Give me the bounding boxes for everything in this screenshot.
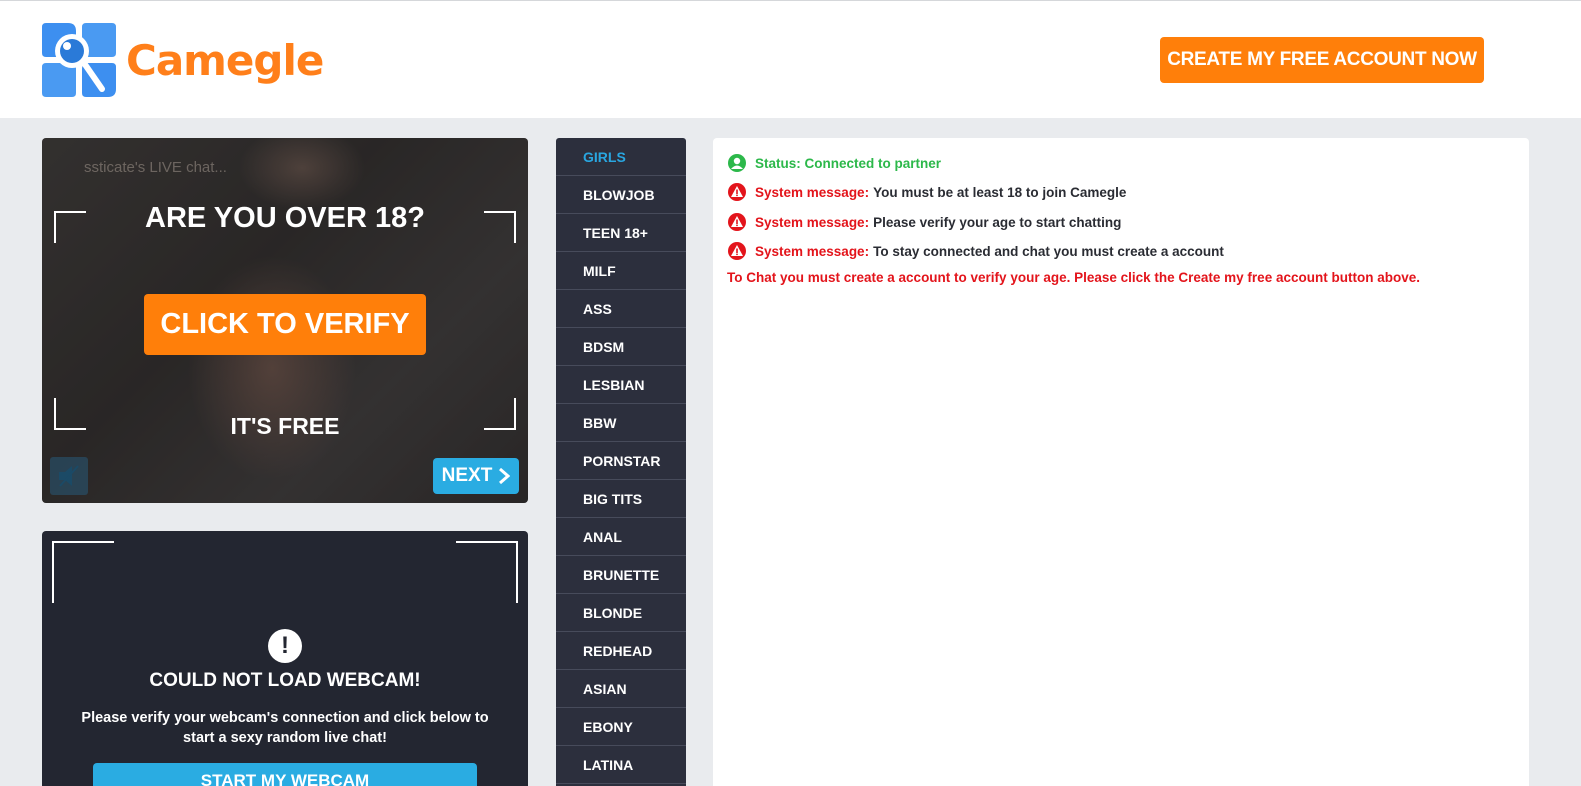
mute-button[interactable]	[50, 457, 88, 495]
system-message: System message: To stay connected and ch…	[727, 242, 1224, 260]
category-item[interactable]: PORNSTAR	[556, 442, 686, 480]
category-item[interactable]: BRUNETTE	[556, 556, 686, 594]
category-item[interactable]: BIG TITS	[556, 480, 686, 518]
category-menu: GIRLS BLOWJOB TEEN 18+ MILF ASS BDSM LES…	[556, 138, 686, 786]
next-button[interactable]: NEXT	[433, 458, 519, 494]
category-item[interactable]: GIRLS	[556, 138, 686, 176]
system-text: You must be at least 18 to join Camegle	[873, 184, 1127, 200]
category-item[interactable]: ANAL	[556, 518, 686, 556]
category-item[interactable]: BDSM	[556, 328, 686, 366]
logo-icon	[42, 23, 116, 97]
video-caption: ssticate's LIVE chat...	[84, 159, 227, 176]
partner-video-panel: ssticate's LIVE chat... ARE YOU OVER 18?…	[42, 138, 528, 503]
category-item[interactable]: ASS	[556, 290, 686, 328]
status-text: Status: Connected to partner	[755, 155, 942, 171]
start-webcam-button[interactable]: START MY WEBCAM	[93, 763, 477, 786]
category-item[interactable]: BLOWJOB	[556, 176, 686, 214]
system-prefix: System message:	[755, 243, 870, 259]
chat-log: Status: Connected to partner System mess…	[713, 138, 1529, 786]
system-prefix: System message:	[755, 214, 870, 230]
category-item[interactable]: ASIAN	[556, 670, 686, 708]
frame-corner-top-right	[456, 541, 518, 603]
webcam-error-title: COULD NOT LOAD WEBCAM!	[149, 670, 421, 691]
system-prefix: System message:	[755, 184, 870, 200]
warning-icon	[727, 213, 747, 231]
account-required-notice: To Chat you must create a account to ver…	[727, 270, 1420, 285]
age-question-heading: ARE YOU OVER 18?	[145, 202, 425, 234]
warning-icon	[727, 242, 747, 260]
warning-icon	[727, 183, 747, 201]
category-item[interactable]: REDHEAD	[556, 632, 686, 670]
site-header: Camegle CREATE MY FREE ACCOUNT NOW	[0, 0, 1581, 118]
logo-text: Camegle	[126, 35, 324, 85]
frame-corner-top-left	[52, 541, 114, 603]
category-item[interactable]: BLONDE	[556, 594, 686, 632]
my-webcam-panel: ! COULD NOT LOAD WEBCAM! Please verify y…	[42, 531, 528, 786]
category-item[interactable]: TEEN 18+	[556, 214, 686, 252]
category-item[interactable]: LATINA	[556, 746, 686, 784]
system-text: Please verify your age to start chatting	[873, 214, 1122, 230]
category-item[interactable]: BBW	[556, 404, 686, 442]
webcam-error-text: Please verify your webcam's connection a…	[81, 710, 489, 746]
free-label: IT'S FREE	[230, 413, 340, 439]
system-message: System message: You must be at least 18 …	[727, 183, 1126, 201]
create-account-button[interactable]: CREATE MY FREE ACCOUNT NOW	[1160, 37, 1484, 83]
next-button-label: NEXT	[441, 465, 493, 486]
speaker-muted-icon	[59, 465, 79, 487]
exclamation-icon: !	[268, 629, 302, 663]
category-item[interactable]: LESBIAN	[556, 366, 686, 404]
status-line: Status: Connected to partner	[727, 154, 941, 172]
category-item[interactable]: MILF	[556, 252, 686, 290]
system-text: To stay connected and chat you must crea…	[873, 243, 1224, 259]
logo[interactable]: Camegle	[42, 23, 324, 97]
category-item[interactable]: EBONY	[556, 708, 686, 746]
chevron-right-icon	[499, 467, 511, 485]
user-icon	[727, 154, 747, 172]
verify-button[interactable]: CLICK TO VERIFY	[144, 294, 426, 355]
system-message: System message: Please verify your age t…	[727, 213, 1121, 231]
